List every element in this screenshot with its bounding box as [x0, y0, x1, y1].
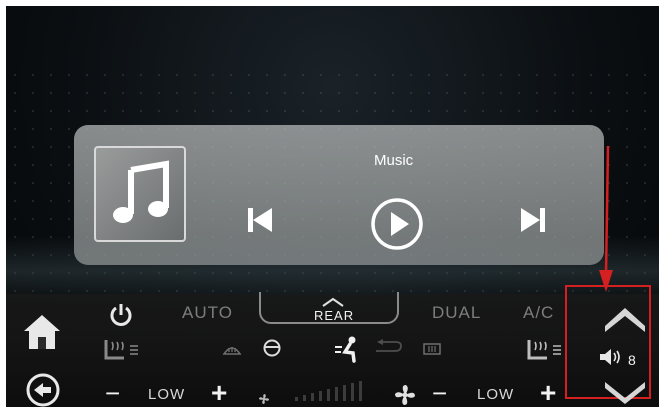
right-seat-heat-icon[interactable] — [523, 336, 565, 364]
play-button[interactable] — [370, 197, 424, 256]
front-defrost-icon[interactable] — [222, 341, 242, 357]
back-icon[interactable] — [24, 372, 62, 408]
fan-speed-bars[interactable] — [293, 379, 373, 403]
right-temp-down-button[interactable]: − — [432, 380, 448, 406]
left-temp-value: LOW — [148, 386, 186, 403]
fan-high-icon[interactable] — [393, 383, 417, 407]
right-temp-up-button[interactable]: + — [540, 379, 557, 407]
media-player-card: Music — [74, 125, 604, 265]
left-temp-down-button[interactable]: − — [105, 380, 121, 406]
airflow-mode-icon[interactable] — [333, 335, 361, 363]
rear-defrost-icon[interactable] — [422, 342, 442, 356]
recirculation-icon[interactable] — [373, 339, 405, 357]
dual-button[interactable]: DUAL — [432, 303, 481, 323]
skip-previous-icon — [248, 208, 272, 232]
power-icon[interactable] — [108, 302, 134, 328]
skip-next-icon — [521, 208, 545, 232]
steering-heat-icon[interactable] — [262, 338, 282, 358]
left-temp-up-button[interactable]: + — [211, 379, 228, 407]
play-icon — [371, 198, 423, 250]
previous-track-button[interactable] — [245, 205, 275, 240]
volume-level: 8 — [628, 352, 637, 368]
rear-roof-icon — [322, 297, 344, 307]
next-track-button[interactable] — [518, 205, 548, 240]
volume-up-chevron-icon[interactable] — [603, 306, 647, 334]
rear-button[interactable]: REAR — [314, 308, 354, 323]
auto-button[interactable]: AUTO — [182, 303, 233, 323]
volume-down-chevron-icon[interactable] — [603, 380, 647, 406]
right-temp-value: LOW — [477, 386, 515, 403]
speaker-icon — [600, 349, 620, 365]
track-title: Music — [374, 152, 414, 169]
ac-button[interactable]: A/C — [523, 303, 554, 323]
annotation-arrow — [599, 146, 613, 292]
home-icon[interactable] — [22, 313, 62, 351]
fan-low-icon[interactable] — [258, 393, 270, 405]
album-art[interactable] — [94, 146, 186, 242]
music-note-icon — [113, 160, 169, 223]
left-seat-heat-icon[interactable] — [100, 336, 142, 364]
